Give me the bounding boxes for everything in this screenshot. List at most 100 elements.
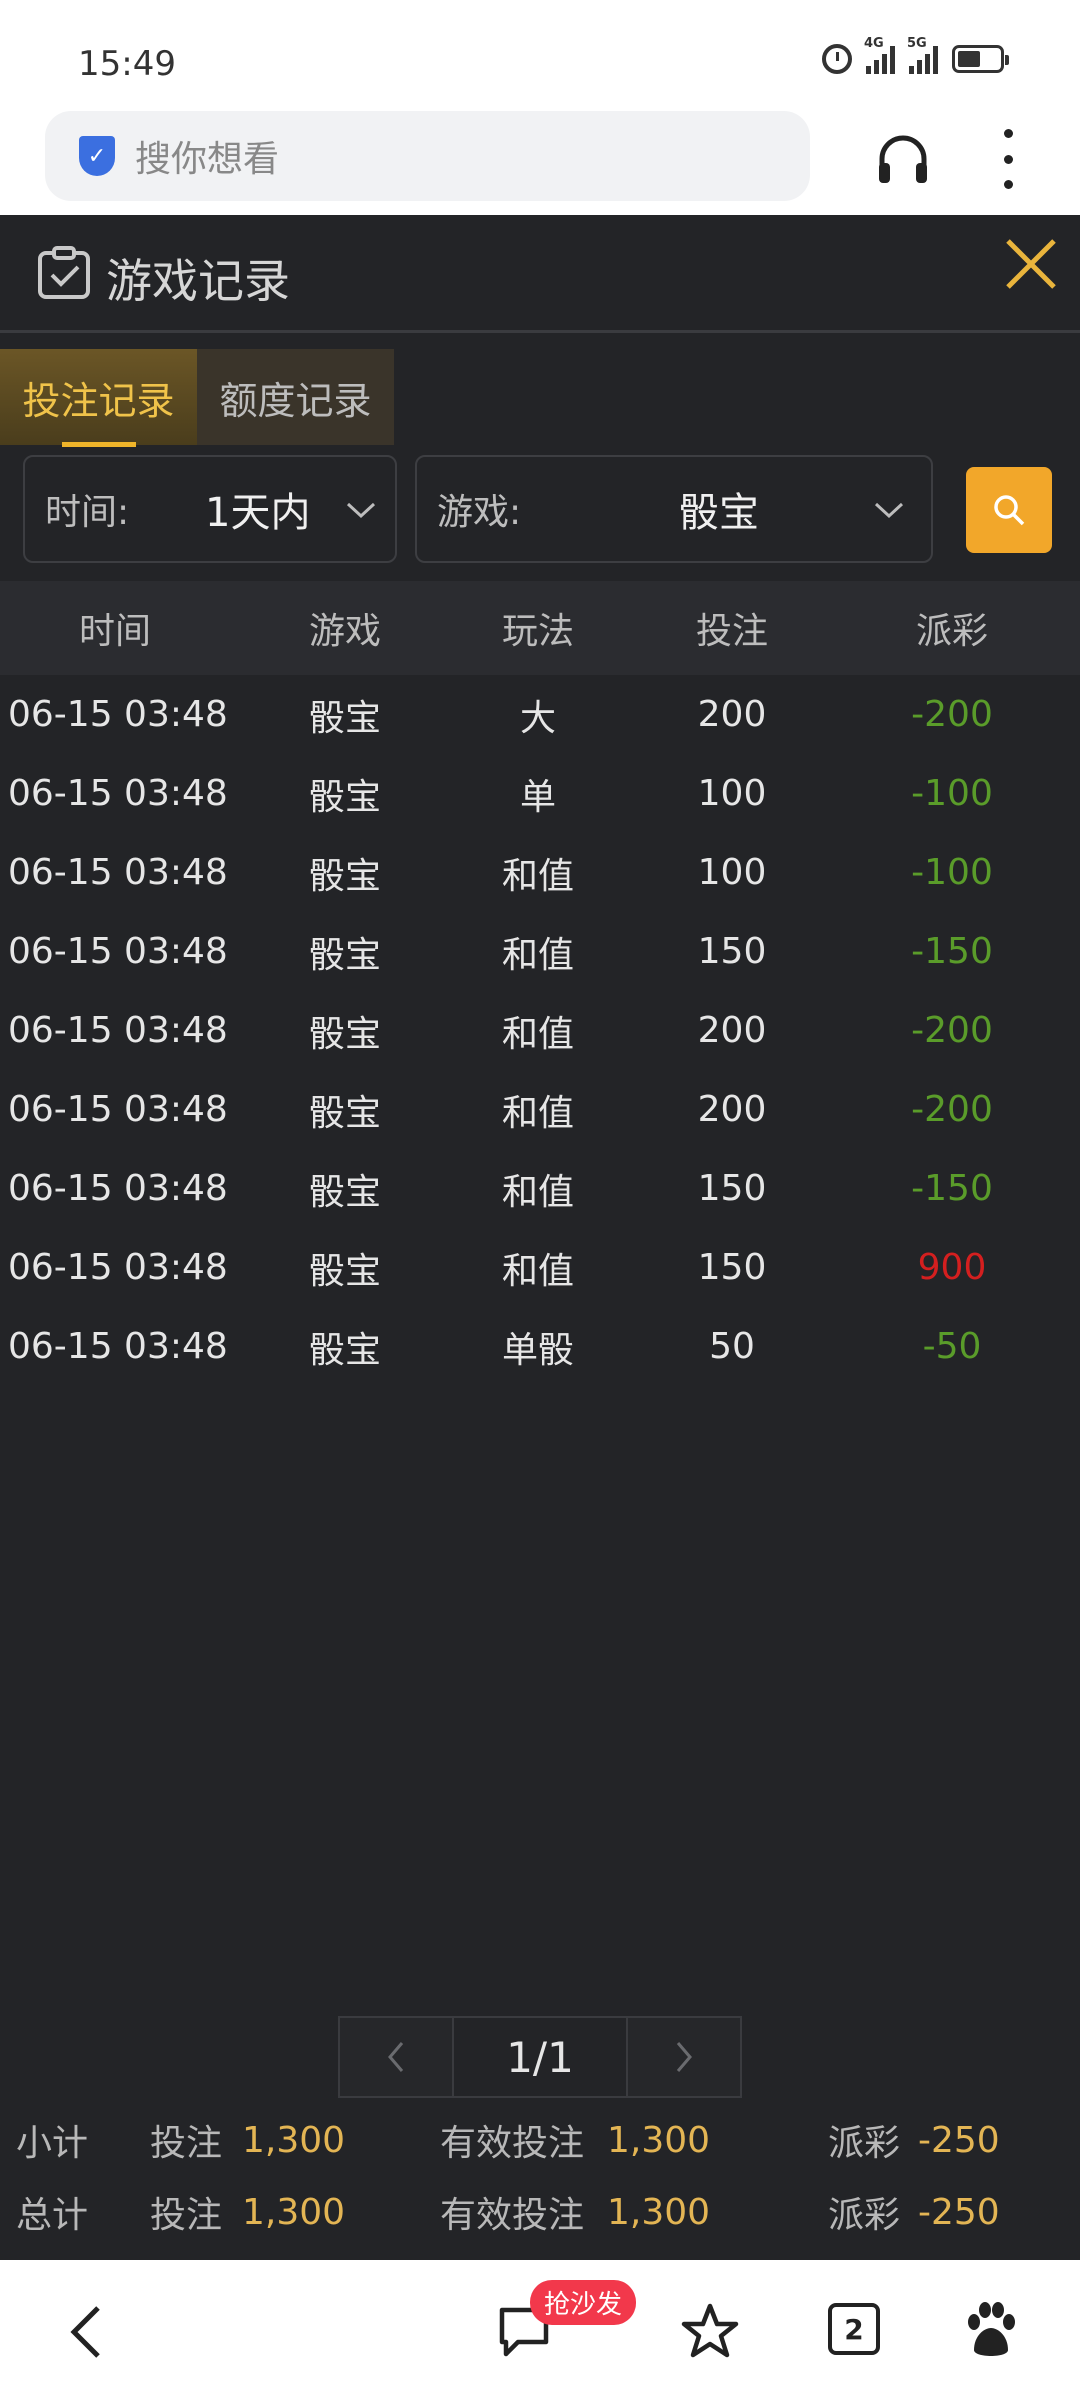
cell-payout: -200: [911, 1010, 993, 1051]
shield-check-icon: ✓: [79, 136, 115, 176]
table-row: 06-15 03:48 骰宝 和值 150 -150: [0, 1149, 1080, 1228]
cell-bet: 150: [697, 1247, 767, 1288]
cell-play: 和值: [501, 1092, 574, 1134]
subtotal-valid-value: 1,300: [607, 2119, 711, 2161]
tab-count-button[interactable]: 2: [828, 2303, 880, 2355]
browser-bottom-nav: 抢沙发 2: [0, 2260, 1080, 2388]
cell-game: 骰宝: [308, 1013, 381, 1055]
total-valid-value: 1,300: [607, 2191, 711, 2233]
browser-toolbar: ✓ 搜你想看: [0, 105, 1080, 215]
table-row: 06-15 03:48 骰宝 单骰 50 -50: [0, 1307, 1080, 1386]
chevron-right-icon: [676, 2042, 692, 2072]
total-payout-label: 派彩: [828, 2195, 901, 2236]
battery-icon: [952, 45, 1009, 73]
record-tabs: 投注记录 额度记录: [0, 349, 394, 447]
cell-payout: 900: [917, 1247, 987, 1288]
game-filter-select[interactable]: 游戏: 骰宝: [415, 455, 933, 563]
total-row: 总计 投注 1,300 有效投注 1,300 派彩 -250: [0, 2177, 1080, 2247]
search-button[interactable]: [966, 467, 1052, 553]
subtotal-payout-value: -250: [918, 2119, 1000, 2161]
cell-bet: 150: [697, 1168, 767, 1209]
cell-bet: 50: [709, 1326, 755, 1367]
total-label: 总计: [16, 2195, 89, 2236]
cell-payout: -100: [911, 773, 993, 814]
total-payout-value: -250: [918, 2191, 1000, 2233]
subtotal-label: 小计: [16, 2123, 89, 2164]
cell-play: 单: [519, 776, 556, 818]
subtotal-bet-value: 1,300: [242, 2119, 346, 2161]
headphones-icon[interactable]: [876, 133, 930, 185]
subtotal-row: 小计 投注 1,300 有效投注 1,300 派彩 -250: [0, 2105, 1080, 2175]
network-type-label: 4G: [864, 36, 884, 51]
cell-time: 06-15 03:48: [8, 931, 228, 972]
next-page-button[interactable]: [626, 2016, 742, 2098]
cell-game: 骰宝: [308, 1250, 381, 1292]
cell-play: 和值: [501, 1250, 574, 1292]
cell-bet: 200: [697, 694, 767, 735]
cell-payout: -200: [911, 1089, 993, 1130]
chevron-left-icon: [388, 2042, 404, 2072]
subtotal-payout-label: 派彩: [828, 2123, 901, 2164]
cell-payout: -200: [911, 694, 993, 735]
cell-payout: -150: [911, 1168, 993, 1209]
column-header-play: 玩法: [501, 611, 574, 652]
cell-payout: -150: [911, 931, 993, 972]
alarm-icon: [822, 44, 852, 74]
game-filter-label: 游戏:: [437, 492, 522, 533]
cell-play: 和值: [501, 855, 574, 897]
cell-game: 骰宝: [308, 855, 381, 897]
chevron-down-icon: [874, 502, 904, 519]
cell-game: 骰宝: [308, 776, 381, 818]
cell-bet: 100: [697, 852, 767, 893]
total-bet-value: 1,300: [242, 2191, 346, 2233]
cell-game: 骰宝: [308, 1092, 381, 1134]
time-filter-select[interactable]: 时间: 1天内: [23, 455, 397, 563]
cell-play: 和值: [501, 1013, 574, 1055]
panel-title: 游戏记录: [106, 254, 290, 308]
search-placeholder: 搜你想看: [135, 139, 280, 180]
cell-time: 06-15 03:48: [8, 852, 228, 893]
game-filter-value: 骰宝: [679, 490, 759, 536]
table-header: 时间 游戏 玩法 投注 派彩: [0, 581, 1080, 675]
cell-time: 06-15 03:48: [8, 1326, 228, 1367]
signal-icon: 4G: [864, 36, 895, 74]
tab-credit-records[interactable]: 额度记录: [197, 349, 394, 445]
total-bet-label: 投注: [150, 2195, 223, 2236]
cell-time: 06-15 03:48: [8, 1010, 228, 1051]
cell-bet: 100: [697, 773, 767, 814]
tab-bet-records[interactable]: 投注记录: [0, 349, 197, 447]
search-icon: [994, 495, 1025, 526]
subtotal-bet-label: 投注: [150, 2123, 223, 2164]
star-icon[interactable]: [680, 2302, 740, 2360]
cell-bet: 150: [697, 931, 767, 972]
table-row: 06-15 03:48 骰宝 和值 200 -200: [0, 991, 1080, 1070]
more-menu-icon[interactable]: [1000, 129, 1016, 189]
clipboard-check-icon: [38, 246, 90, 299]
status-icons: 4G 5G: [822, 36, 1009, 74]
cell-play: 和值: [501, 1171, 574, 1213]
table-row: 06-15 03:48 骰宝 单 100 -100: [0, 754, 1080, 833]
cell-game: 骰宝: [308, 697, 381, 739]
cell-game: 骰宝: [308, 1329, 381, 1371]
time-filter-value: 1天内: [205, 490, 311, 536]
table-row: 06-15 03:48 骰宝 和值 150 900: [0, 1228, 1080, 1307]
cell-time: 06-15 03:48: [8, 1089, 228, 1130]
time-filter-label: 时间:: [45, 492, 130, 533]
subtotal-valid-label: 有效投注: [440, 2123, 585, 2164]
column-header-time: 时间: [78, 611, 151, 652]
cell-game: 骰宝: [308, 1171, 381, 1213]
cell-time: 06-15 03:48: [8, 1168, 228, 1209]
panel-header: 游戏记录: [0, 215, 1080, 333]
cell-play: 和值: [501, 934, 574, 976]
game-record-panel: 游戏记录 投注记录 额度记录 时间: 1天内 游戏: 骰宝 时间 游戏 玩法 投…: [0, 215, 1080, 2260]
baidu-paw-icon[interactable]: [964, 2300, 1018, 2360]
close-icon[interactable]: [1002, 235, 1060, 293]
back-arrow-icon[interactable]: [66, 2304, 106, 2360]
search-input[interactable]: ✓ 搜你想看: [45, 111, 810, 201]
prev-page-button[interactable]: [338, 2016, 454, 2098]
network-type-label: 5G: [907, 36, 927, 51]
signal-icon: 5G: [907, 36, 938, 74]
column-header-payout: 派彩: [915, 611, 988, 652]
cell-time: 06-15 03:48: [8, 773, 228, 814]
chevron-down-icon: [346, 502, 376, 519]
